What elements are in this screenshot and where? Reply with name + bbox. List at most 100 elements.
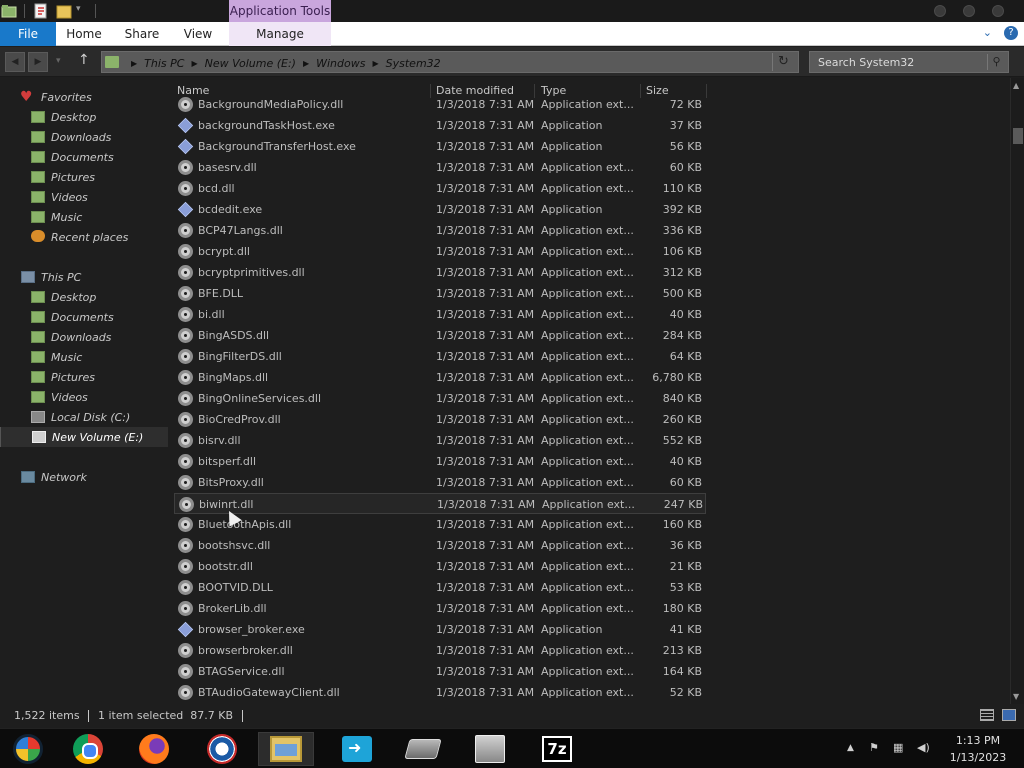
file-row[interactable]: BOOTVID.DLL 1/3/2018 7:31 AM Application e… [174, 577, 706, 598]
search-input[interactable] [810, 52, 984, 72]
tab-file[interactable]: File [0, 22, 56, 46]
nav-item-pc-downloads[interactable]: Downloads [0, 327, 168, 347]
breadcrumb-new-volume[interactable]: New Volume (E:) [205, 57, 296, 70]
file-row[interactable]: bootshsvc.dll 1/3/2018 7:31 AM Application… [174, 535, 706, 556]
nav-favorites[interactable]: ♥ Favorites [0, 87, 168, 107]
file-row[interactable]: BrokerLib.dll 1/3/2018 7:31 AM Application… [174, 598, 706, 619]
details-view-icon[interactable] [980, 709, 994, 721]
customize-quick-access-icon[interactable]: ▾ [76, 4, 92, 20]
file-row[interactable]: BioCredProv.dll 1/3/2018 7:31 AM Applicati… [174, 409, 706, 430]
file-row[interactable]: bootstr.dll 1/3/2018 7:31 AM Application e… [174, 556, 706, 577]
file-row[interactable]: BCP47Langs.dll 1/3/2018 7:31 AM Applicatio… [174, 220, 706, 241]
search-icon[interactable]: ⚲ [987, 54, 1005, 70]
file-row[interactable]: browser_broker.exe 1/3/2018 7:31 AM Applic… [174, 619, 706, 640]
scroll-down-icon[interactable]: ▼ [1013, 692, 1019, 701]
nav-this-pc[interactable]: This PC [0, 267, 168, 287]
file-row[interactable]: backgroundTaskHost.exe 1/3/2018 7:31 AM Ap… [174, 115, 706, 136]
file-row[interactable]: bitsperf.dll 1/3/2018 7:31 AM Application … [174, 451, 706, 472]
show-hidden-icons-icon[interactable]: ▲ [847, 743, 854, 753]
file-row[interactable]: biwinrt.dll 1/3/2018 7:31 AM Application e… [174, 493, 706, 514]
nav-item-fav-music[interactable]: Music [0, 207, 168, 227]
nav-item-pc-desktop[interactable]: Desktop [0, 287, 168, 307]
forward-button[interactable]: ▶ [28, 52, 48, 72]
nav-item-local-disk[interactable]: Local Disk (C:) [0, 407, 168, 427]
taskbar-server[interactable] [462, 732, 518, 766]
file-row[interactable]: basesrv.dll 1/3/2018 7:31 AM Application e… [174, 157, 706, 178]
file-row[interactable]: BingOnlineServices.dll 1/3/2018 7:31 AM Ap… [174, 388, 706, 409]
breadcrumb-separator-icon[interactable]: ▶ [303, 59, 309, 68]
recent-locations-icon[interactable]: ▾ [56, 56, 61, 66]
nav-item-fav-downloads[interactable]: Downloads [0, 127, 168, 147]
file-row[interactable]: bcryptprimitives.dll 1/3/2018 7:31 AM Appl… [174, 262, 706, 283]
file-row[interactable]: BackgroundTransferHost.exe 1/3/2018 7:31 … [174, 136, 706, 157]
properties-icon[interactable] [33, 3, 49, 19]
file-row[interactable]: bcdedit.exe 1/3/2018 7:31 AM Application 39… [174, 199, 706, 220]
file-row[interactable]: BingASDS.dll 1/3/2018 7:31 AM Application … [174, 325, 706, 346]
minimize-button[interactable] [934, 5, 946, 17]
taskbar-drive[interactable] [395, 732, 451, 766]
refresh-icon[interactable]: ↻ [772, 53, 794, 71]
breadcrumb-separator-icon[interactable]: ▶ [372, 59, 378, 68]
file-row[interactable]: bisrv.dll 1/3/2018 7:31 AM Application ext… [174, 430, 706, 451]
nav-item-pc-videos[interactable]: Videos [0, 387, 168, 407]
back-button[interactable]: ◀ [5, 52, 25, 72]
vertical-scrollbar[interactable]: ▲ ▼ [1010, 78, 1024, 704]
file-row[interactable]: browserbroker.dll 1/3/2018 7:31 AM Applica… [174, 640, 706, 661]
scrollbar-thumb[interactable] [1013, 128, 1023, 144]
tab-manage[interactable]: Manage [229, 22, 331, 46]
breadcrumb-system32[interactable]: System32 [386, 57, 441, 70]
taskbar-file-explorer[interactable] [258, 732, 314, 766]
clock[interactable]: 1:13 PM 1/13/2023 [948, 732, 1008, 766]
nav-item-fav-desktop[interactable]: Desktop [0, 107, 168, 127]
file-row[interactable]: bcd.dll 1/3/2018 7:31 AM Application ext..… [174, 178, 706, 199]
tab-view[interactable]: View [176, 22, 220, 46]
file-row[interactable]: BitsProxy.dll 1/3/2018 7:31 AM Application… [174, 472, 706, 493]
address-bar[interactable]: ▶ This PC ▶ New Volume (E:) ▶ Windows ▶ … [101, 51, 799, 73]
file-row[interactable]: BackgroundMediaPolicy.dll 1/3/2018 7:31 A… [174, 94, 706, 115]
flag-icon[interactable]: ⚑ [869, 741, 879, 754]
file-row[interactable]: BTAGService.dll 1/3/2018 7:31 AM Applicati… [174, 661, 706, 682]
breadcrumb-windows[interactable]: Windows [316, 57, 365, 70]
tab-home[interactable]: Home [60, 22, 108, 46]
file-size: 160 KB [662, 518, 702, 531]
breadcrumb-separator-icon[interactable]: ▶ [131, 59, 137, 68]
nav-item-fav-recent-places[interactable]: Recent places [0, 227, 168, 247]
nav-item-fav-documents[interactable]: Documents [0, 147, 168, 167]
close-button[interactable] [992, 5, 1004, 17]
file-row[interactable]: BingMaps.dll 1/3/2018 7:31 AM Application … [174, 367, 706, 388]
new-folder-icon[interactable] [56, 3, 72, 19]
maximize-button[interactable] [963, 5, 975, 17]
breadcrumb-this-pc[interactable]: This PC [144, 57, 184, 70]
nav-item-fav-pictures[interactable]: Pictures [0, 167, 168, 187]
tab-share[interactable]: Share [118, 22, 166, 46]
expand-ribbon-icon[interactable]: ⌄ [983, 26, 992, 39]
file-row[interactable]: bi.dll 1/3/2018 7:31 AM Application ext...… [174, 304, 706, 325]
nav-item-pc-music[interactable]: Music [0, 347, 168, 367]
nav-item-new-volume[interactable]: New Volume (E:) [0, 427, 168, 447]
nav-item-pc-pictures[interactable]: Pictures [0, 367, 168, 387]
taskbar-campaign[interactable] [194, 732, 250, 766]
taskbar-share[interactable] [329, 732, 385, 766]
nav-item-fav-videos[interactable]: Videos [0, 187, 168, 207]
file-row[interactable]: BFE.DLL 1/3/2018 7:31 AM Application ext..… [174, 283, 706, 304]
scroll-up-icon[interactable]: ▲ [1013, 81, 1019, 90]
file-row[interactable]: bcrypt.dll 1/3/2018 7:31 AM Application ex… [174, 241, 706, 262]
large-icons-view-icon[interactable] [1002, 709, 1016, 721]
start-button[interactable] [0, 732, 56, 766]
nav-item-pc-documents[interactable]: Documents [0, 307, 168, 327]
file-row[interactable]: BTAudioGatewayClient.dll 1/3/2018 7:31 AM… [174, 682, 706, 703]
taskbar-chrome[interactable] [60, 732, 116, 766]
nav-network[interactable]: Network [0, 467, 168, 487]
file-size: 72 KB [669, 98, 702, 111]
network-tray-icon[interactable]: ▦ [893, 741, 903, 754]
taskbar-firefox[interactable] [126, 732, 182, 766]
breadcrumb-separator-icon[interactable]: ▶ [191, 59, 197, 68]
file-row[interactable]: BluetoothApis.dll 1/3/2018 7:31 AM Applica… [174, 514, 706, 535]
volume-icon[interactable]: ◀) [917, 741, 930, 754]
folder-icon[interactable] [1, 3, 17, 19]
file-row[interactable]: BingFilterDS.dll 1/3/2018 7:31 AM Applicat… [174, 346, 706, 367]
file-name: bcryptprimitives.dll [198, 266, 305, 279]
help-icon[interactable]: ? [1004, 26, 1018, 40]
taskbar-7zip[interactable]: 7z [529, 732, 585, 766]
up-arrow-icon[interactable]: ↑ [78, 52, 90, 68]
